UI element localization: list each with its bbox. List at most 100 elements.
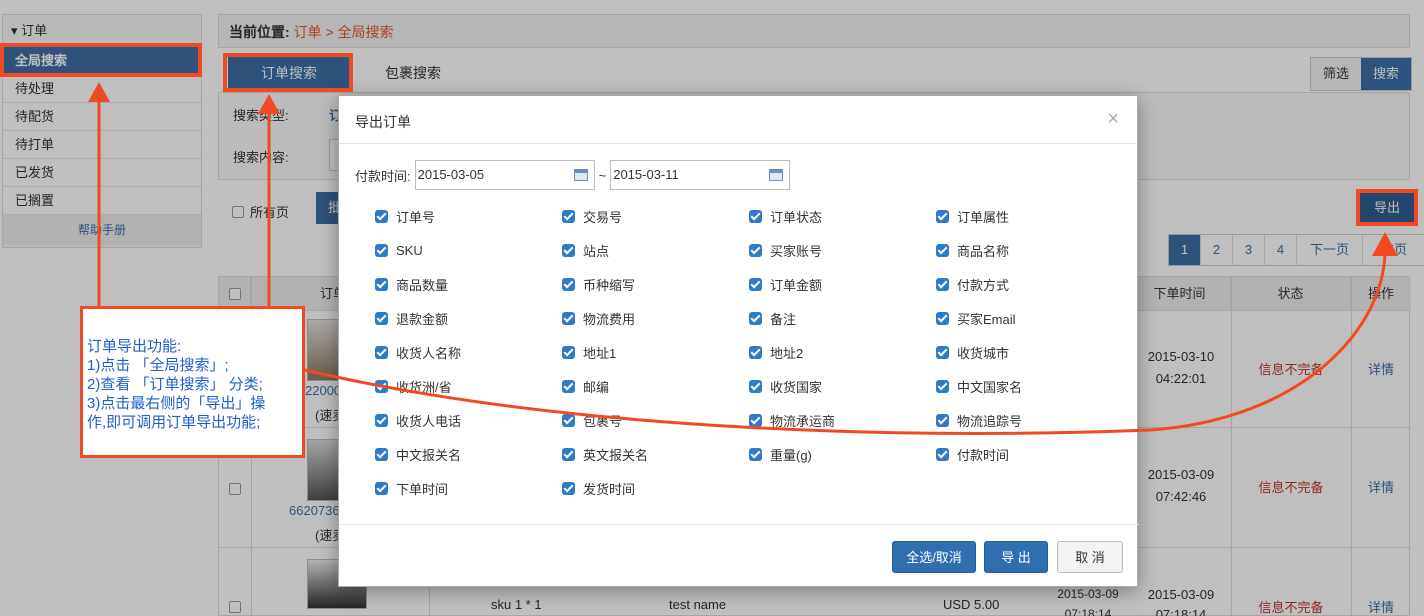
export-field-option[interactable]: 交易号 bbox=[562, 206, 622, 226]
checkbox-checked-icon[interactable] bbox=[375, 413, 388, 427]
export-field-option[interactable]: 订单号 bbox=[375, 206, 435, 226]
export-field-label: 下单时间 bbox=[396, 481, 449, 497]
checkbox-checked-icon[interactable] bbox=[936, 345, 949, 359]
export-field-label: 物流承运商 bbox=[770, 413, 836, 429]
checkbox-checked-icon[interactable] bbox=[562, 209, 575, 223]
export-field-option[interactable]: 地址1 bbox=[562, 342, 616, 362]
checkbox-checked-icon[interactable] bbox=[562, 481, 575, 495]
export-field-label: 订单金额 bbox=[770, 277, 823, 293]
export-field-option[interactable]: 发货时间 bbox=[562, 478, 635, 498]
checkbox-checked-icon[interactable] bbox=[936, 311, 949, 325]
export-field-option[interactable]: 收货人电话 bbox=[375, 410, 461, 430]
export-field-label: 包裹号 bbox=[583, 413, 623, 429]
export-field-label: 交易号 bbox=[583, 209, 623, 225]
export-field-label: 中文国家名 bbox=[957, 379, 1023, 395]
export-field-option[interactable]: 站点 bbox=[562, 240, 609, 260]
checkbox-checked-icon[interactable] bbox=[562, 243, 575, 257]
checkbox-checked-icon[interactable] bbox=[749, 379, 762, 393]
checkbox-checked-icon[interactable] bbox=[375, 447, 388, 461]
payment-date-range: 付款时间: 2015-03-05 ~ 2015-03-11 bbox=[355, 160, 791, 190]
export-field-label: 站点 bbox=[583, 243, 610, 259]
modal-header: 导出订单 × bbox=[339, 96, 1137, 144]
checkbox-checked-icon[interactable] bbox=[749, 447, 762, 461]
export-field-option[interactable]: 订单属性 bbox=[936, 206, 1009, 226]
export-field-option[interactable]: 物流承运商 bbox=[749, 410, 835, 430]
checkbox-checked-icon[interactable] bbox=[562, 345, 575, 359]
export-field-option[interactable]: 中文报关名 bbox=[375, 444, 461, 464]
checkbox-checked-icon[interactable] bbox=[749, 413, 762, 427]
checkbox-checked-icon[interactable] bbox=[562, 413, 575, 427]
export-field-option[interactable]: 邮编 bbox=[562, 376, 609, 396]
export-field-option[interactable]: 物流追踪号 bbox=[936, 410, 1022, 430]
export-field-label: 订单号 bbox=[396, 209, 436, 225]
export-field-option[interactable]: 买家Email bbox=[936, 308, 1016, 328]
export-field-option[interactable]: SKU bbox=[375, 240, 423, 260]
highlight-export-button bbox=[1356, 189, 1418, 226]
export-field-label: 收货洲/省 bbox=[396, 379, 452, 395]
checkbox-checked-icon[interactable] bbox=[749, 311, 762, 325]
checkbox-checked-icon[interactable] bbox=[749, 243, 762, 257]
export-field-option[interactable]: 中文国家名 bbox=[936, 376, 1022, 396]
export-field-option[interactable]: 付款时间 bbox=[936, 444, 1009, 464]
export-field-label: 买家Email bbox=[957, 311, 1016, 327]
checkbox-checked-icon[interactable] bbox=[375, 243, 388, 257]
checkbox-checked-icon[interactable] bbox=[936, 277, 949, 291]
export-field-label: 订单属性 bbox=[957, 209, 1010, 225]
export-field-option[interactable]: 收货城市 bbox=[936, 342, 1009, 362]
calendar-icon[interactable] bbox=[769, 169, 784, 181]
export-field-option[interactable]: 买家账号 bbox=[749, 240, 822, 260]
export-field-option[interactable]: 物流费用 bbox=[562, 308, 635, 328]
export-field-option[interactable]: 商品名称 bbox=[936, 240, 1009, 260]
highlight-order-search-tab bbox=[223, 53, 353, 92]
cancel-button[interactable]: 取 消 bbox=[1057, 541, 1123, 573]
export-field-option[interactable]: 重量(g) bbox=[749, 444, 812, 464]
checkbox-checked-icon[interactable] bbox=[375, 379, 388, 393]
export-field-option[interactable]: 付款方式 bbox=[936, 274, 1009, 294]
checkbox-checked-icon[interactable] bbox=[375, 481, 388, 495]
calendar-icon[interactable] bbox=[573, 169, 588, 181]
export-field-label: 商品名称 bbox=[957, 243, 1010, 259]
export-field-option[interactable]: 退款金额 bbox=[375, 308, 448, 328]
modal-footer: 全选/取消 导 出 取 消 bbox=[339, 524, 1139, 588]
checkbox-checked-icon[interactable] bbox=[749, 345, 762, 359]
export-field-option[interactable]: 地址2 bbox=[749, 342, 803, 362]
checkbox-checked-icon[interactable] bbox=[562, 379, 575, 393]
checkbox-checked-icon[interactable] bbox=[936, 243, 949, 257]
export-field-label: 中文报关名 bbox=[396, 447, 462, 463]
export-field-option[interactable]: 收货人名称 bbox=[375, 342, 461, 362]
checkbox-checked-icon[interactable] bbox=[375, 209, 388, 223]
export-field-option[interactable]: 备注 bbox=[749, 308, 796, 328]
checkbox-checked-icon[interactable] bbox=[375, 311, 388, 325]
checkbox-checked-icon[interactable] bbox=[749, 277, 762, 291]
checkbox-checked-icon[interactable] bbox=[936, 413, 949, 427]
export-field-option[interactable]: 英文报关名 bbox=[562, 444, 648, 464]
checkbox-checked-icon[interactable] bbox=[936, 447, 949, 461]
export-field-label: 订单状态 bbox=[770, 209, 823, 225]
checkbox-checked-icon[interactable] bbox=[375, 345, 388, 359]
export-field-option[interactable]: 订单状态 bbox=[749, 206, 822, 226]
checkbox-checked-icon[interactable] bbox=[936, 209, 949, 223]
checkbox-checked-icon[interactable] bbox=[562, 277, 575, 291]
select-all-button[interactable]: 全选/取消 bbox=[892, 541, 976, 573]
confirm-export-button[interactable]: 导 出 bbox=[984, 541, 1048, 573]
export-field-label: SKU bbox=[396, 242, 423, 258]
checkbox-checked-icon[interactable] bbox=[375, 277, 388, 291]
checkbox-checked-icon[interactable] bbox=[562, 311, 575, 325]
export-field-option[interactable]: 收货洲/省 bbox=[375, 376, 452, 396]
date-from-input[interactable]: 2015-03-05 bbox=[414, 160, 595, 190]
export-field-option[interactable]: 商品数量 bbox=[375, 274, 448, 294]
annotation-line: 作,即可调用订单导出功能; bbox=[87, 414, 261, 431]
export-field-option[interactable]: 包裹号 bbox=[562, 410, 622, 430]
export-field-option[interactable]: 下单时间 bbox=[375, 478, 448, 498]
date-to-input[interactable]: 2015-03-11 bbox=[610, 160, 791, 190]
date-range-separator: ~ bbox=[598, 167, 607, 183]
export-field-option[interactable]: 订单金额 bbox=[749, 274, 822, 294]
export-field-option[interactable]: 收货国家 bbox=[749, 376, 822, 396]
close-icon[interactable]: × bbox=[1107, 108, 1119, 131]
checkbox-checked-icon[interactable] bbox=[562, 447, 575, 461]
checkbox-checked-icon[interactable] bbox=[749, 209, 762, 223]
export-field-option[interactable]: 币种缩写 bbox=[562, 274, 635, 294]
export-field-label: 邮编 bbox=[583, 379, 610, 395]
checkbox-checked-icon[interactable] bbox=[936, 379, 949, 393]
annotation-line: 1)点击 「全局搜索」; bbox=[87, 357, 229, 374]
